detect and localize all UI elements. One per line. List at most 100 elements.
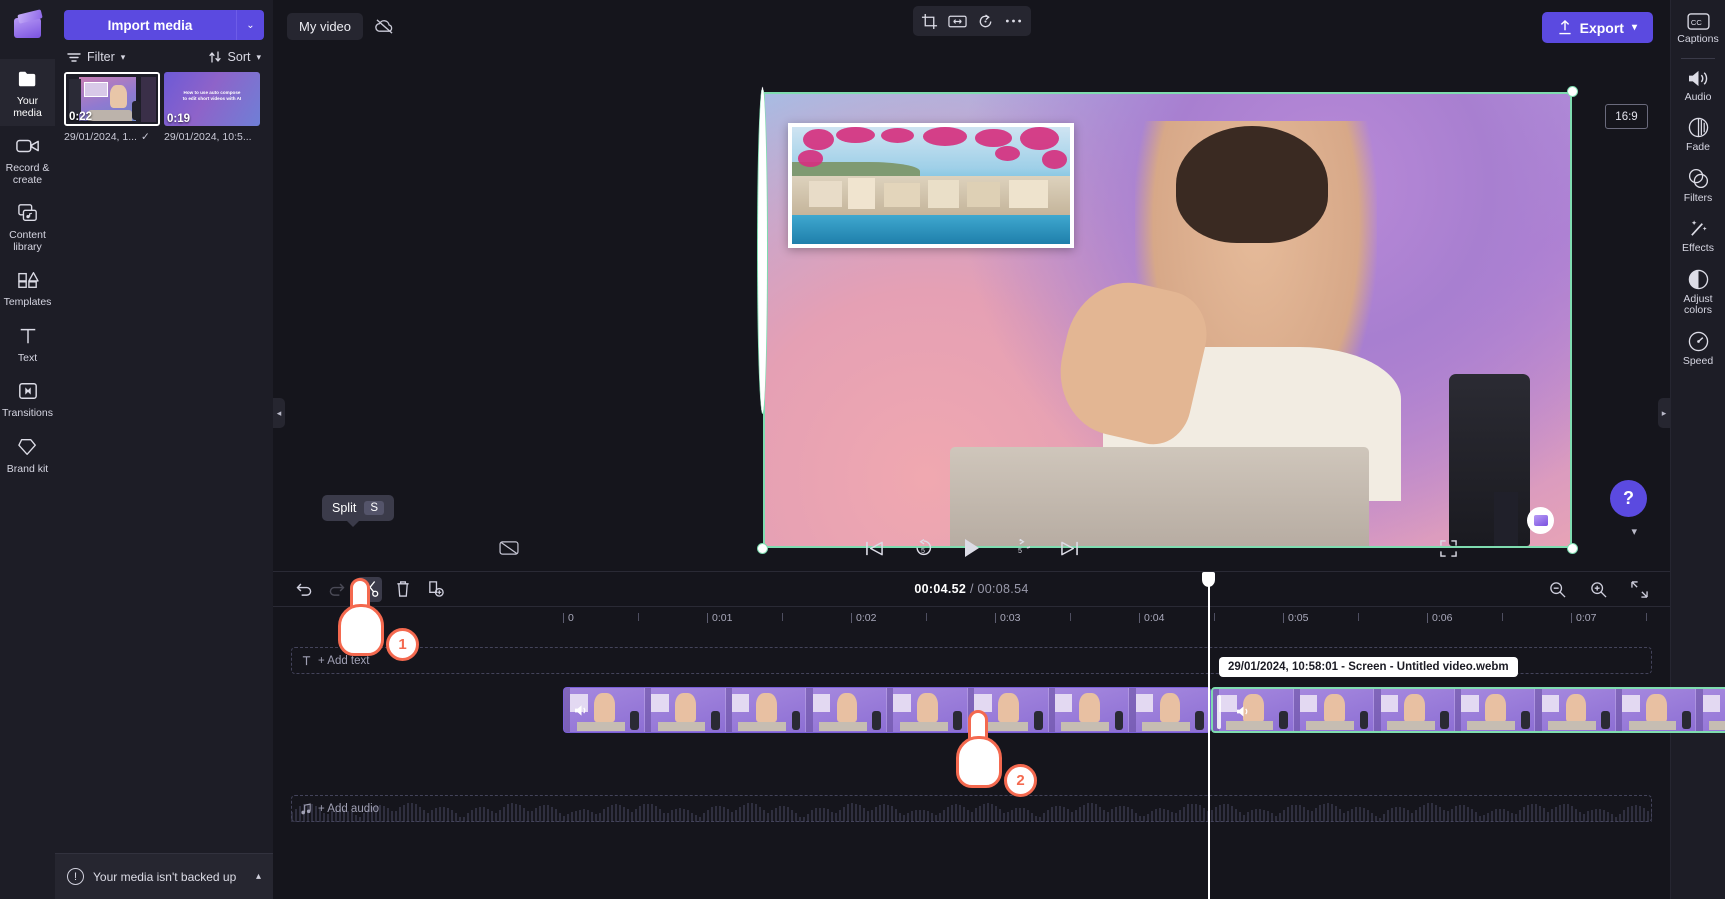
panel-item-fade[interactable]: Fade — [1671, 110, 1725, 161]
top-bar: My video — [273, 0, 1670, 52]
skip-previous-icon[interactable] — [865, 540, 884, 557]
music-note-icon — [301, 802, 312, 815]
media-duration: 0:19 — [167, 113, 191, 125]
panel-item-effects[interactable]: Effects — [1671, 211, 1725, 262]
media-item[interactable]: 0:22 29/01/2024, 1... ✓ — [64, 72, 160, 143]
sidebar-item-templates[interactable]: Templates — [0, 260, 55, 316]
media-item[interactable]: How to use auto compose to edit short vi… — [164, 72, 260, 143]
fit-icon[interactable] — [945, 8, 971, 34]
timeline-clip-left[interactable] — [563, 687, 1211, 733]
undo-button[interactable] — [291, 577, 316, 602]
current-time: 00:04.52 — [914, 582, 967, 596]
resize-handle-top-left[interactable] — [757, 86, 768, 414]
chevron-down-icon: ▾ — [256, 51, 261, 62]
collapse-left-panel-button[interactable]: ◂ — [273, 398, 285, 428]
fullscreen-icon[interactable] — [1440, 539, 1457, 557]
panel-label: Filters — [1683, 191, 1713, 204]
help-button[interactable]: ? — [1610, 480, 1647, 517]
captions-off-icon[interactable] — [499, 540, 519, 556]
sidebar-item-your-media[interactable]: Your media — [0, 59, 55, 126]
text-icon — [301, 655, 312, 666]
playhead-handle[interactable] — [1202, 572, 1215, 587]
project-name[interactable]: My video — [287, 12, 364, 40]
media-thumbnail[interactable]: How to use auto compose to edit short vi… — [164, 72, 260, 126]
ruler-tick: 0:06 — [1426, 612, 1453, 624]
filters-icon — [1688, 168, 1709, 189]
forward-5s-icon[interactable]: 5 — [1011, 538, 1030, 558]
sidebar-item-content-library[interactable]: Content library — [0, 193, 55, 260]
chevron-up-icon[interactable]: ▴ — [256, 871, 261, 882]
crop-icon[interactable] — [917, 8, 943, 34]
sidebar-item-brand-kit[interactable]: Brand kit — [0, 427, 55, 483]
panel-item-filters[interactable]: Filters — [1671, 161, 1725, 212]
panel-item-captions[interactable]: CC Captions — [1671, 6, 1725, 53]
import-media-dropdown[interactable]: ⌄ — [236, 10, 264, 40]
play-button[interactable] — [963, 538, 981, 558]
time-separator: / — [969, 582, 974, 596]
clip-trim-handle-left[interactable] — [1217, 695, 1221, 729]
split-tooltip: Split S — [322, 495, 394, 527]
filter-button[interactable]: Filter ▾ — [67, 50, 125, 64]
ruler-tick: 0:07 — [1570, 612, 1597, 624]
folder-icon — [17, 66, 39, 92]
check-icon: ✓ — [140, 131, 150, 143]
sort-button[interactable]: Sort ▾ — [208, 50, 261, 64]
rewind-5s-icon[interactable]: 5 — [914, 538, 933, 558]
clipchamp-logo — [11, 9, 45, 43]
filter-sort-row: Filter ▾ Sort ▾ — [55, 40, 273, 72]
sidebar-label: Brand kit — [6, 462, 49, 475]
zoom-in-icon[interactable] — [1586, 577, 1611, 602]
aspect-ratio-badge[interactable]: 16:9 — [1605, 104, 1648, 129]
svg-text:5: 5 — [921, 546, 925, 554]
svg-text:CC: CC — [1690, 18, 1701, 27]
info-icon: ! — [67, 868, 84, 885]
panel-item-speed[interactable]: Speed — [1671, 324, 1725, 375]
volume-icon[interactable] — [573, 702, 590, 719]
media-duration: 0:22 — [69, 111, 93, 123]
collapse-right-panel-button[interactable]: ▸ — [1658, 398, 1670, 428]
resize-handle-top-right[interactable] — [1567, 86, 1578, 97]
panel-item-adjust-colors[interactable]: Adjust colors — [1671, 262, 1725, 324]
duplicate-button[interactable] — [423, 577, 448, 602]
sort-label: Sort — [227, 50, 251, 64]
cloud-off-icon[interactable] — [371, 13, 397, 39]
timeline-ruler[interactable]: 0 0:01 0:02 0:03 0:04 0:05 0:06 0:07 0:0… — [273, 606, 1670, 631]
sidebar-label: Your media — [13, 95, 42, 119]
rotate-icon[interactable] — [973, 8, 999, 34]
speaker-icon — [1687, 69, 1710, 88]
export-group: Export ▾ — [1541, 12, 1653, 43]
skip-next-icon[interactable] — [1060, 540, 1079, 557]
sidebar-item-text[interactable]: Text — [0, 316, 55, 372]
media-thumbnail[interactable]: 0:22 — [64, 72, 160, 126]
panel-label: Fade — [1686, 141, 1710, 153]
playhead[interactable] — [1202, 572, 1215, 899]
clip-tooltip: 29/01/2024, 10:58:01 - Screen - Untitled… — [1219, 657, 1518, 677]
ruler-tick: 0:05 — [1282, 612, 1309, 624]
speed-icon — [1688, 331, 1709, 352]
backup-notice[interactable]: ! Your media isn't backed up ▴ — [55, 853, 273, 899]
upload-icon — [1558, 20, 1572, 35]
panel-label: Adjust colors — [1683, 292, 1713, 316]
chevron-down-icon[interactable]: ▾ — [1631, 525, 1637, 538]
panel-item-audio[interactable]: Audio — [1671, 62, 1725, 111]
annotation-hand-2 — [948, 710, 1043, 800]
export-button[interactable]: Export ▾ — [1541, 12, 1653, 43]
media-caption: 29/01/2024, 1... — [64, 131, 137, 143]
sidebar-item-transitions[interactable]: Transitions — [0, 371, 55, 427]
ruler-tick: 0 — [563, 612, 574, 624]
video-canvas[interactable] — [763, 92, 1572, 548]
sidebar-label: Templates — [3, 296, 52, 308]
fit-timeline-icon[interactable] — [1627, 577, 1652, 602]
clip-float-toolbar — [912, 6, 1031, 36]
backup-notice-label: Your media isn't backed up — [93, 869, 237, 884]
volume-icon[interactable] — [1235, 703, 1252, 720]
zoom-out-icon[interactable] — [1545, 577, 1570, 602]
media-caption-row: 29/01/2024, 10:5... — [164, 131, 260, 143]
sidebar-item-record-create[interactable]: Record & create — [0, 126, 55, 193]
more-icon[interactable] — [1001, 8, 1027, 34]
import-media-button[interactable]: Import media — [64, 10, 236, 40]
split-shortcut-key: S — [364, 501, 384, 515]
timeline-clip-selected[interactable] — [1211, 687, 1725, 733]
add-audio-label: + Add audio — [318, 802, 380, 815]
media-panel: Import media ⌄ Filter ▾ Sort ▾ 0:22 29/0… — [55, 0, 285, 899]
